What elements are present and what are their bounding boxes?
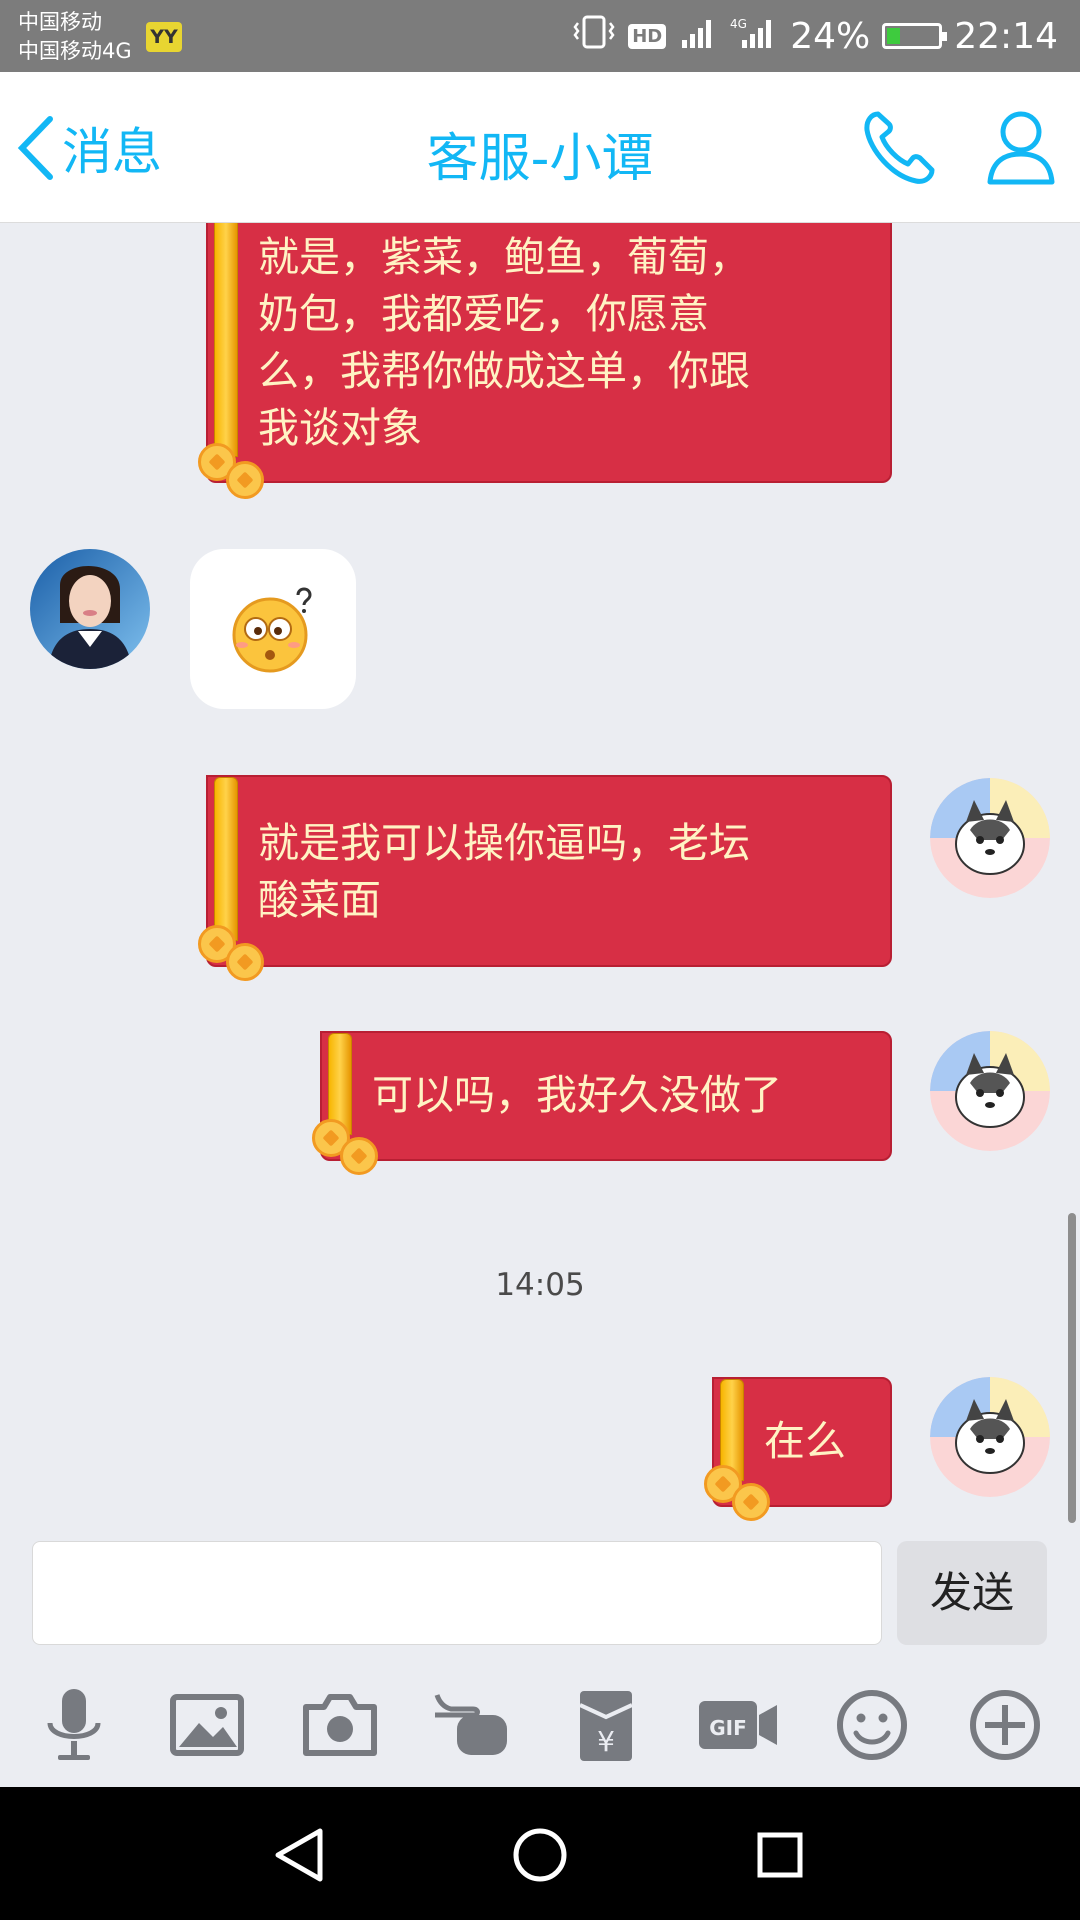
yy-app-icon: YY [146,22,182,52]
message-text: 就是我可以操你逼吗，老坛 酸菜面 [258,819,750,924]
svg-text:4G: 4G [730,17,747,31]
status-bar: 中国移动 中国移动4G YY HD 4G 24% 22:14 [0,0,1080,72]
coin-icon [226,461,264,499]
coin-icon [732,1483,770,1521]
microphone-icon[interactable] [34,1685,114,1765]
coin-icon [340,1137,378,1175]
message-text: 在么 [764,1417,846,1465]
battery-percent: 24% [790,15,871,57]
svg-text:¥: ¥ [597,1725,615,1758]
message-timestamp: 14:05 [495,1267,585,1303]
gif-icon[interactable]: GIF [699,1685,779,1765]
camera-icon[interactable] [300,1685,380,1765]
avatar-self[interactable] [930,778,1050,898]
message-bubble-sent[interactable]: 可以吗，我好久没做了 [320,1031,892,1161]
send-button[interactable]: 发送 [897,1541,1047,1645]
chat-area[interactable]: 就是，紫菜，鲍鱼，葡萄， 奶包，我都爱吃，你愿意 么，我帮你做成这单，你跟 我谈… [0,223,1080,1525]
plus-icon[interactable] [965,1685,1045,1765]
message-text: 可以吗，我好久没做了 [372,1071,782,1119]
system-nav-bar [0,1787,1080,1920]
home-circle-icon[interactable] [510,1825,570,1889]
carrier-1: 中国移动 [18,10,102,34]
image-icon[interactable] [167,1685,247,1765]
phone-icon[interactable] [862,108,936,190]
carrier-info: 中国移动 中国移动4G [18,8,132,66]
confused-emoji-sticker [232,587,312,673]
svg-text:GIF: GIF [709,1716,747,1740]
battery-icon [882,23,948,49]
message-bubble-sent[interactable]: 就是我可以操你逼吗，老坛 酸菜面 [206,775,892,967]
red-packet-icon[interactable]: ¥ [566,1685,646,1765]
signal-2-icon: 4G [730,14,778,59]
back-triangle-icon[interactable] [270,1825,330,1889]
status-right: HD 4G 24% 22:14 [572,0,1058,72]
chat-scrollbar[interactable] [1068,1213,1076,1523]
coin-icon [226,943,264,981]
message-bubble-sent[interactable]: 就是，紫菜，鲍鱼，葡萄， 奶包，我都爱吃，你愿意 么，我帮你做成这单，你跟 我谈… [206,223,892,483]
input-bar: 发送 [0,1525,1080,1645]
message-bubble-received[interactable] [190,549,356,709]
avatar-customer-service[interactable] [30,549,150,669]
hd-icon: HD [628,23,667,49]
signal-1-icon [678,14,718,59]
clock: 22:14 [954,15,1058,57]
profile-icon[interactable] [986,108,1056,190]
avatar-self[interactable] [930,1377,1050,1497]
chat-header: 消息 客服-小谭 [0,72,1080,223]
chat-toolbar: ¥ GIF [0,1645,1080,1787]
vibrate-icon [572,14,616,59]
message-text: 就是，紫菜，鲍鱼，葡萄， 奶包，我都爱吃，你愿意 么，我帮你做成这单，你跟 我谈… [258,233,750,452]
message-input[interactable] [32,1541,882,1645]
emoji-icon[interactable] [832,1685,912,1765]
poke-hand-icon[interactable] [433,1685,513,1765]
recents-square-icon[interactable] [750,1825,810,1889]
carrier-2: 中国移动4G [18,39,132,63]
avatar-self[interactable] [930,1031,1050,1151]
